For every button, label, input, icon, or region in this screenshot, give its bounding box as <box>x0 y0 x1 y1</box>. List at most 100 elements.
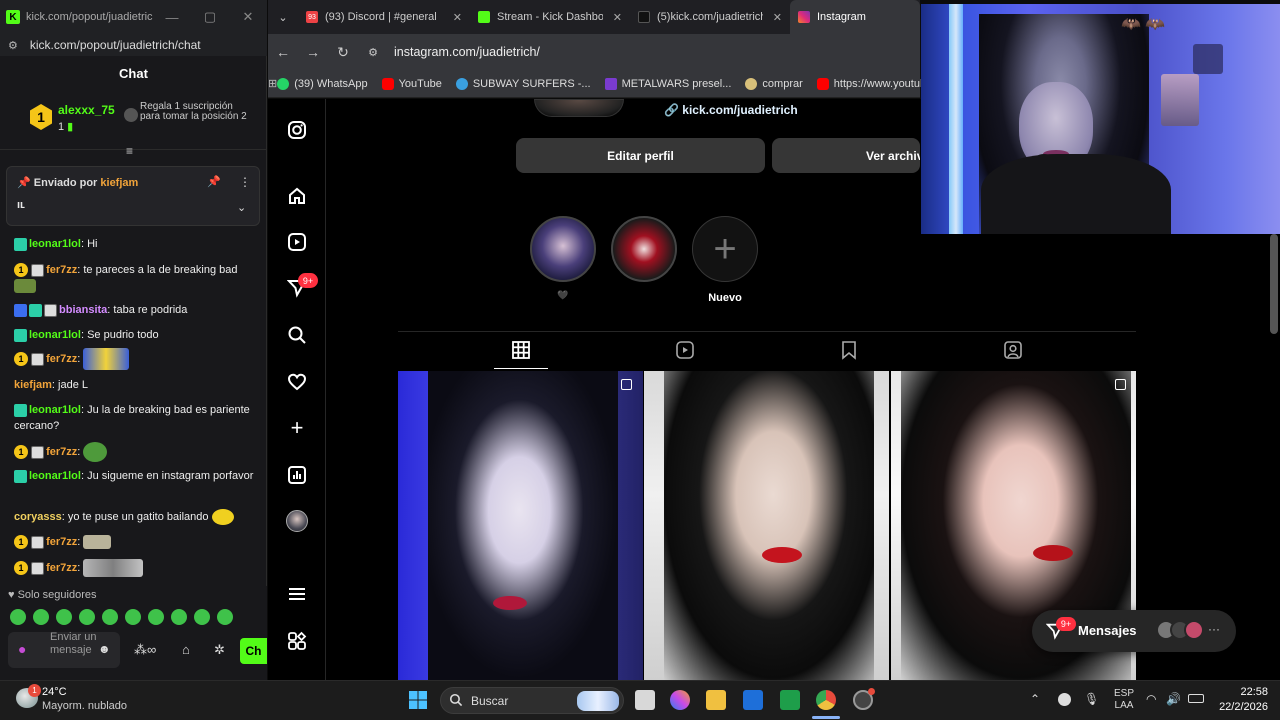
back-icon[interactable]: ← <box>268 44 298 60</box>
gift-leaderboard[interactable]: 1 alexxx_75 1 ▮ Regala 1 suscripción par… <box>0 94 267 158</box>
post-thumbnail[interactable] <box>644 371 889 680</box>
tab-discord[interactable]: 93 (93) Discord | #general ✕ <box>298 0 470 34</box>
maximize-icon[interactable]: ▢ <box>191 9 229 25</box>
close-tab-icon[interactable]: ✕ <box>613 11 622 24</box>
weather-temp[interactable]: 24°C <box>42 686 67 698</box>
emote-icon[interactable] <box>194 609 210 625</box>
chat-user[interactable]: leonar1lol <box>29 470 81 482</box>
reload-icon[interactable]: ↻ <box>328 44 358 61</box>
posts-grid-icon[interactable] <box>511 340 531 365</box>
search-icon[interactable] <box>285 323 309 347</box>
pinned-user[interactable]: kiefjam <box>100 177 138 189</box>
tray-app-icon[interactable] <box>1058 693 1071 706</box>
chat-input[interactable]: ● Enviar un mensaje ☻ <box>8 631 120 668</box>
emote-icon[interactable] <box>56 609 72 625</box>
show-hidden-icons[interactable]: ⌃ <box>1030 692 1040 706</box>
volume-icon[interactable]: 🔊 <box>1166 692 1181 706</box>
chat-user[interactable]: leonar1lol <box>29 238 81 250</box>
tab-kick-tiktok[interactable]: (5)kick.com/juadietrich ✕ <box>630 0 790 34</box>
emote-icon[interactable] <box>148 609 164 625</box>
forward-icon[interactable]: → <box>298 44 328 60</box>
more-options-icon[interactable]: ⋮ <box>239 175 251 189</box>
store-icon[interactable]: ⌂ <box>182 642 190 657</box>
chat-user[interactable]: kiefjam <box>14 379 52 391</box>
emote-icon[interactable] <box>217 609 233 625</box>
gift-user[interactable]: alexxx_75 <box>58 103 115 117</box>
create-icon[interactable]: + <box>285 415 309 440</box>
copilot-icon[interactable] <box>670 690 690 710</box>
new-story-button[interactable]: + <box>692 216 758 282</box>
emote-icon[interactable] <box>102 609 118 625</box>
emote-icon[interactable] <box>79 609 95 625</box>
bio-link[interactable]: 🔗 kick.com/juadietrich <box>664 103 798 117</box>
notifications-heart-icon[interactable] <box>285 370 309 394</box>
minimize-icon[interactable]: — <box>153 10 191 25</box>
emote-icon[interactable] <box>33 609 49 625</box>
bookmark-youtube[interactable]: YouTube <box>381 77 442 90</box>
story-highlight[interactable] <box>530 216 596 282</box>
tab-search-icon[interactable]: ⌄ <box>268 11 298 24</box>
saved-tab-icon[interactable] <box>839 340 859 365</box>
weather-desc[interactable]: Mayorm. nublado <box>42 700 127 712</box>
task-view-icon[interactable] <box>635 690 655 710</box>
reels-tab-icon[interactable] <box>675 340 695 365</box>
file-explorer-icon[interactable] <box>706 690 726 710</box>
bookmark-youtube-url[interactable]: https://www.youtub... <box>816 77 935 90</box>
site-settings-icon[interactable]: ⚙ <box>8 39 18 52</box>
taskbar-search[interactable]: Buscar <box>440 687 624 714</box>
bookmark-comprar[interactable]: comprar <box>745 77 803 90</box>
battery-icon[interactable] <box>1188 694 1204 703</box>
kick-url-bar[interactable]: ⚙ kick.com/popout/juadietrich/chat <box>0 34 267 56</box>
tagged-tab-icon[interactable] <box>1003 340 1023 365</box>
also-from-meta-icon[interactable] <box>285 629 309 653</box>
edit-profile-button[interactable]: Editar perfil <box>516 138 765 173</box>
profile-picture[interactable] <box>534 99 624 117</box>
more-menu-icon[interactable] <box>285 582 309 606</box>
expand-icon[interactable]: ⌄ <box>237 201 246 214</box>
pinned-message[interactable]: 📌 Enviado por kiefjam 📌 ⋮ ıʟ ⌄ <box>6 166 260 226</box>
chat-user[interactable]: leonar1lol <box>29 329 81 341</box>
chat-user[interactable]: fer7zz <box>46 264 77 276</box>
chat-user[interactable]: fer7zz <box>46 446 77 458</box>
connections-icon[interactable]: ⁂∞ <box>134 642 156 658</box>
post-thumbnail[interactable] <box>398 371 643 680</box>
chat-user[interactable]: leonar1lol <box>29 404 81 416</box>
chat-user[interactable]: bbiansita <box>59 304 107 316</box>
mic-icon[interactable]: ● <box>18 641 26 657</box>
chrome-icon[interactable] <box>816 690 836 710</box>
collapse-icon[interactable]: ≡ <box>126 144 133 158</box>
bookmark-metalwars[interactable]: METALWARS presel... <box>604 77 731 90</box>
reels-icon[interactable] <box>285 230 309 254</box>
emote-icon[interactable] <box>125 609 141 625</box>
chat-user[interactable]: fer7zz <box>46 562 77 574</box>
excel-icon[interactable] <box>780 690 800 710</box>
tab-instagram[interactable]: Instagram <box>790 0 920 34</box>
language-indicator[interactable]: ESP LAA <box>1114 688 1134 712</box>
word-icon[interactable] <box>743 690 763 710</box>
story-highlight[interactable] <box>611 216 677 282</box>
apps-icon[interactable]: ⊞ <box>268 77 277 90</box>
bookmark-whatsapp[interactable]: (39) WhatsApp <box>277 77 368 90</box>
send-button[interactable]: Ch <box>240 638 267 664</box>
chat-user[interactable]: fer7zz <box>46 536 77 548</box>
clock-time[interactable]: 22:58 <box>1226 686 1268 698</box>
close-tab-icon[interactable]: ✕ <box>773 11 782 24</box>
site-info-icon[interactable]: ⚙ <box>358 46 388 59</box>
wifi-icon[interactable]: ◠ <box>1146 692 1156 706</box>
bookmark-subway[interactable]: SUBWAY SURFERS -... <box>455 77 591 90</box>
settings-icon[interactable]: ✲ <box>214 642 225 658</box>
chat-user[interactable]: coryasss <box>14 511 62 523</box>
clock-date[interactable]: 22/2/2026 <box>1210 701 1268 713</box>
profile-avatar[interactable] <box>286 510 308 532</box>
unpin-icon[interactable]: 📌 <box>207 175 221 188</box>
instagram-logo-icon[interactable] <box>285 118 309 142</box>
emote-icon[interactable] <box>171 609 187 625</box>
tab-kick-dashboard[interactable]: Stream - Kick Dashbo ✕ <box>470 0 630 34</box>
view-archive-button[interactable]: Ver archivo <box>772 138 920 173</box>
messages-button[interactable]: 9+ Mensajes ··· <box>1032 610 1236 652</box>
address-bar[interactable]: instagram.com/juadietrich/ <box>394 45 540 59</box>
chat-user[interactable]: fer7zz <box>46 353 77 365</box>
mic-tray-icon[interactable]: 🎙 <box>1084 692 1099 706</box>
dashboard-icon[interactable] <box>285 463 309 487</box>
home-icon[interactable] <box>285 184 309 208</box>
